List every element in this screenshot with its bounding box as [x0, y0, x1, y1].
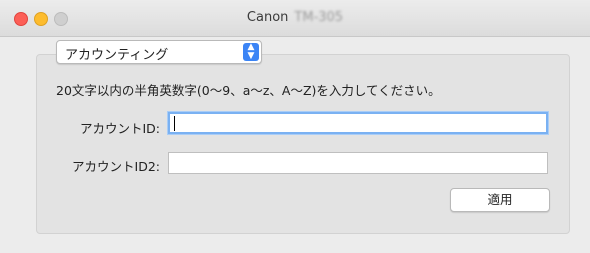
- instruction-text: 20文字以内の半角英数字(0〜9、a〜z、A〜Z)を入力してください。: [56, 83, 441, 98]
- account-id2-field[interactable]: [168, 152, 548, 174]
- app-window: Canon TM-305 アカウンティング ▲ ▼ 20文字以内の半角英数字(0〜9…: [0, 0, 590, 253]
- window-title-model: TM-305: [294, 10, 344, 25]
- account-id-label: アカウントID:: [79, 121, 160, 136]
- window-title-text: Canon: [246, 10, 289, 25]
- text-caret: [174, 116, 175, 131]
- category-popup-label: アカウンティング: [65, 48, 169, 63]
- title-bar: Canon TM-305: [0, 0, 590, 37]
- category-popup[interactable]: アカウンティング ▲ ▼: [56, 40, 262, 64]
- chevron-updown-icon: ▲ ▼: [243, 43, 259, 61]
- window-title: Canon TM-305: [0, 10, 590, 25]
- account-id2-label: アカウントID2:: [72, 159, 160, 174]
- account-id-field[interactable]: [168, 112, 548, 134]
- apply-button[interactable]: 適用: [450, 188, 550, 212]
